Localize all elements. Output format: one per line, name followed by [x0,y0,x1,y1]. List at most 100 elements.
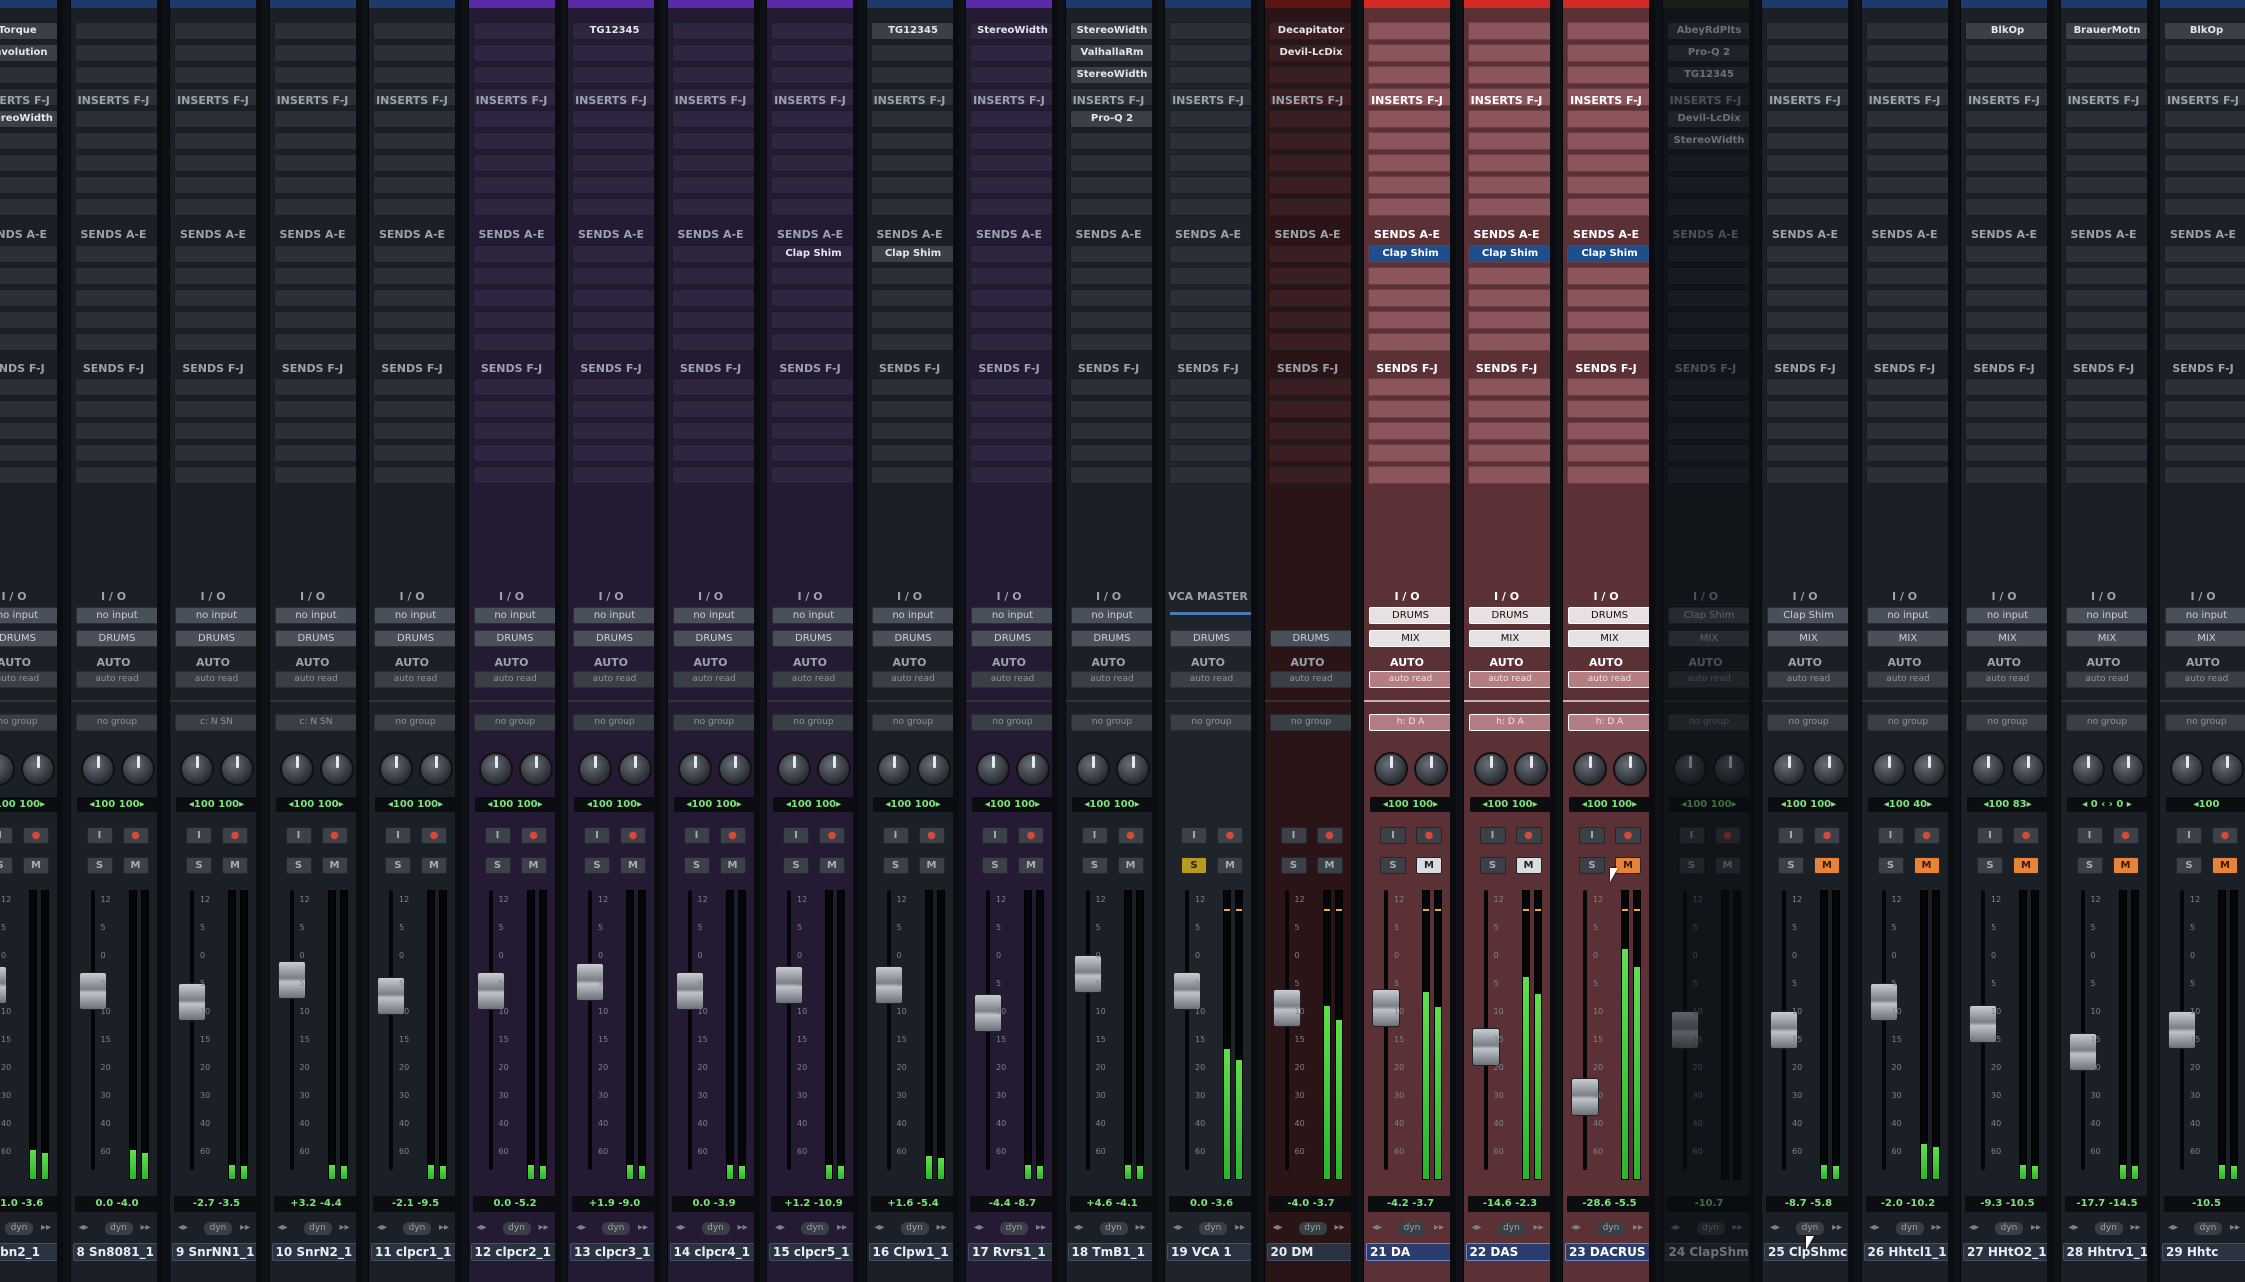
output-selector[interactable]: DRUMS [75,630,157,647]
send-slot[interactable] [174,466,256,484]
input-selector[interactable]: no input [175,607,256,624]
track-name[interactable]: 15 clpcr5_1 [769,1243,853,1261]
mute-button[interactable]: M [122,857,149,874]
nudge-right-icon[interactable]: ▸▸ [41,1222,51,1233]
solo-button[interactable]: S [1479,857,1506,874]
dyn-button[interactable]: dyn [900,1222,929,1235]
insert-slot[interactable] [373,132,455,150]
track-name[interactable]: 8 Sn8081_1 [72,1243,157,1261]
insert-slot[interactable] [1268,198,1351,216]
output-selector[interactable]: MIX [2165,630,2245,647]
track-name[interactable]: 17 Rvrs1_1 [968,1243,1052,1261]
input-selector[interactable]: DRUMS [1468,607,1550,624]
dyn-button[interactable]: dyn [1597,1222,1625,1235]
pan-knob-left[interactable] [0,752,15,786]
nudge-left-icon[interactable]: ◂▸ [1770,1222,1780,1233]
track-name[interactable]: 11 clpcr1_1 [371,1243,455,1261]
insert-slot[interactable] [1567,154,1649,172]
send-slot[interactable] [0,245,57,263]
send-slot[interactable] [1865,289,1948,307]
insert-slot[interactable] [771,110,853,128]
insert-slot[interactable] [1865,44,1948,62]
send-slot[interactable] [1567,311,1649,329]
send-slot[interactable]: Clap Shim [1467,245,1550,263]
record-button[interactable]: ● [620,827,646,844]
mute-button[interactable]: M [1615,857,1641,874]
send-slot[interactable] [472,422,555,440]
dyn-button[interactable]: dyn [701,1222,730,1235]
insert-slot[interactable] [1467,154,1550,172]
output-selector[interactable]: DRUMS [573,630,654,647]
insert-slot[interactable] [174,66,256,84]
input-monitor-button[interactable]: I [86,827,113,844]
nudge-left-icon[interactable]: ◂▸ [1969,1222,1979,1233]
send-slot[interactable] [572,422,654,440]
send-slot[interactable] [870,444,953,462]
nudge-right-icon[interactable]: ▸▸ [937,1222,947,1233]
send-slot[interactable] [0,311,57,329]
send-slot[interactable] [671,466,754,484]
pan-knob-left[interactable] [379,752,413,786]
send-slot[interactable] [671,422,754,440]
send-slot[interactable] [572,378,654,396]
insert-slot[interactable] [771,44,853,62]
dyn-button[interactable]: dyn [502,1222,531,1235]
insert-slot[interactable] [572,132,654,150]
insert-slot[interactable] [1368,110,1450,128]
send-slot[interactable] [1069,466,1152,484]
insert-slot[interactable] [174,176,256,194]
nudge-right-icon[interactable]: ▸▸ [439,1222,449,1233]
insert-slot[interactable] [1567,132,1649,150]
insert-slot[interactable]: Devil-LcDix [1666,110,1749,128]
send-slot[interactable] [970,333,1052,351]
insert-slot[interactable] [1268,176,1351,194]
dyn-button[interactable]: dyn [403,1222,431,1235]
insert-slot[interactable] [970,110,1052,128]
send-slot[interactable] [0,289,57,307]
dyn-button[interactable]: dyn [1995,1222,2023,1235]
insert-slot[interactable] [2064,198,2147,216]
insert-slot[interactable] [1368,66,1450,84]
group-selector[interactable]: no group [1866,714,1948,731]
record-button[interactable]: ● [719,827,746,844]
send-slot[interactable] [2064,466,2147,484]
insert-slot[interactable] [870,66,953,84]
send-slot[interactable] [771,422,853,440]
group-selector[interactable]: c: N SN [274,714,356,731]
insert-slot[interactable]: StereoWidth [1666,132,1749,150]
dyn-button[interactable]: dyn [1895,1222,1924,1235]
send-slot[interactable] [74,333,157,351]
dyn-button[interactable]: dyn [1099,1222,1128,1235]
insert-slot[interactable]: BrauerMotn [2064,22,2147,40]
pan-knob-left[interactable] [478,752,513,786]
track-name[interactable]: 16 Clpw1_1 [868,1243,953,1261]
nudge-right-icon[interactable]: ▸▸ [1136,1222,1146,1233]
nudge-left-icon[interactable]: ◂▸ [2069,1222,2079,1233]
solo-button[interactable]: S [1280,857,1307,874]
automation-mode-selector[interactable]: auto read [971,671,1052,688]
pan-knob-right[interactable] [1911,752,1946,786]
insert-slot[interactable] [1368,44,1450,62]
insert-slot[interactable] [74,22,157,40]
insert-slot[interactable] [1368,132,1450,150]
insert-slot[interactable] [273,44,356,62]
send-slot[interactable] [1567,466,1649,484]
insert-slot[interactable] [1766,132,1848,150]
insert-slot[interactable] [2064,110,2147,128]
automation-mode-selector[interactable]: auto read [1568,671,1649,688]
solo-button[interactable]: S [86,857,113,874]
send-slot[interactable] [771,444,853,462]
send-slot[interactable] [1666,289,1749,307]
send-slot[interactable] [1069,311,1152,329]
dyn-button[interactable]: dyn [1696,1222,1725,1235]
send-slot[interactable]: Clap Shim [1567,245,1649,263]
insert-slot[interactable] [472,198,555,216]
send-slot[interactable] [174,444,256,462]
send-slot[interactable] [1467,444,1550,462]
pan-knob-right[interactable] [1414,752,1448,786]
record-button[interactable]: ● [1615,827,1641,844]
group-selector[interactable]: no group [971,714,1052,731]
input-selector[interactable]: no input [473,607,555,624]
insert-slot[interactable] [373,44,455,62]
send-slot[interactable] [970,378,1052,396]
